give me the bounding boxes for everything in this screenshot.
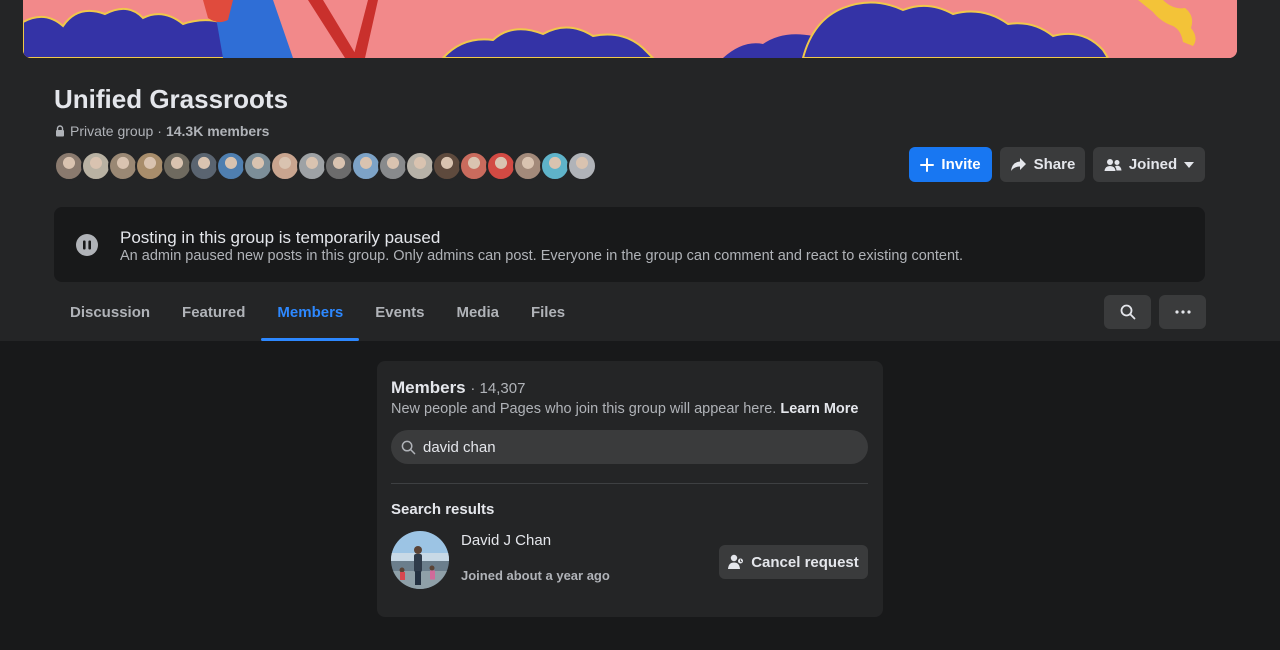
member-avatar[interactable] xyxy=(540,151,570,181)
member-avatar[interactable] xyxy=(513,151,543,181)
member-search-input[interactable] xyxy=(423,438,843,456)
invite-label: Invite xyxy=(941,156,981,173)
member-avatar[interactable] xyxy=(54,151,84,181)
members-heading: Members · 14,307 xyxy=(391,378,525,398)
result-name[interactable]: David J Chan xyxy=(461,532,551,549)
member-avatar[interactable] xyxy=(432,151,462,181)
member-avatar[interactable] xyxy=(270,151,300,181)
meta-separator: · xyxy=(157,123,162,139)
plus-icon xyxy=(920,157,935,172)
members-title: Members xyxy=(391,378,466,397)
member-avatar[interactable] xyxy=(81,151,111,181)
tab-events[interactable]: Events xyxy=(359,295,440,341)
tab-discussion[interactable]: Discussion xyxy=(54,295,166,341)
member-avatar[interactable] xyxy=(243,151,273,181)
joined-button[interactable]: Joined xyxy=(1093,147,1205,182)
cancel-request-button[interactable]: Cancel request xyxy=(719,545,868,579)
divider xyxy=(391,483,868,484)
member-avatar[interactable] xyxy=(486,151,516,181)
more-options-button[interactable] xyxy=(1159,295,1206,329)
member-avatar[interactable] xyxy=(162,151,192,181)
member-avatar[interactable] xyxy=(297,151,327,181)
member-avatars[interactable] xyxy=(54,151,597,183)
privacy-label[interactable]: Private group xyxy=(70,123,153,139)
joined-label: Joined xyxy=(1128,156,1178,173)
notice-title: Posting in this group is temporarily pau… xyxy=(120,228,441,247)
member-avatar[interactable] xyxy=(216,151,246,181)
invite-button[interactable]: Invite xyxy=(909,147,992,182)
search-icon xyxy=(1120,304,1135,320)
member-search-box[interactable] xyxy=(391,430,868,464)
pause-icon xyxy=(76,234,98,256)
group-search-button[interactable] xyxy=(1104,295,1151,329)
result-avatar[interactable] xyxy=(391,531,449,589)
more-icon xyxy=(1174,310,1191,314)
member-avatar[interactable] xyxy=(405,151,435,181)
cancel-request-label: Cancel request xyxy=(751,553,859,571)
search-icon xyxy=(401,440,416,454)
learn-more-link[interactable]: Learn More xyxy=(780,401,858,417)
members-subtitle: New people and Pages who join this group… xyxy=(391,401,859,417)
group-cover-photo[interactable] xyxy=(23,0,1237,58)
member-avatar[interactable] xyxy=(351,151,381,181)
member-avatar[interactable] xyxy=(189,151,219,181)
members-subtitle-text: New people and Pages who join this group… xyxy=(391,401,777,417)
tab-files[interactable]: Files xyxy=(515,295,581,341)
people-icon xyxy=(1104,158,1122,171)
member-avatar[interactable] xyxy=(567,151,597,181)
member-avatar[interactable] xyxy=(378,151,408,181)
tab-members[interactable]: Members xyxy=(261,295,360,341)
search-results-heading: Search results xyxy=(391,501,495,518)
member-avatar[interactable] xyxy=(108,151,138,181)
tab-media[interactable]: Media xyxy=(440,295,515,341)
share-label: Share xyxy=(1033,156,1076,173)
group-title[interactable]: Unified Grassroots xyxy=(54,84,288,115)
member-avatar[interactable] xyxy=(459,151,489,181)
member-avatar[interactable] xyxy=(324,151,354,181)
person-pending-icon xyxy=(728,554,745,569)
result-joined-date: Joined about a year ago xyxy=(461,568,610,583)
share-icon xyxy=(1010,158,1026,171)
members-count: · 14,307 xyxy=(470,380,526,397)
members-card: Members · 14,307 New people and Pages wh… xyxy=(377,361,883,617)
lock-icon xyxy=(56,125,64,137)
notice-text: An admin paused new posts in this group.… xyxy=(120,248,964,264)
member-avatar[interactable] xyxy=(135,151,165,181)
tab-featured[interactable]: Featured xyxy=(166,295,261,341)
posting-paused-notice: Posting in this group is temporarily pau… xyxy=(54,207,1205,282)
group-tabs: Discussion Featured Members Events Media… xyxy=(54,295,581,341)
members-count-link[interactable]: 14.3K members xyxy=(166,123,270,139)
caret-down-icon xyxy=(1184,161,1195,168)
share-button[interactable]: Share xyxy=(1000,147,1085,182)
group-meta: Private group · 14.3K members xyxy=(54,123,269,139)
